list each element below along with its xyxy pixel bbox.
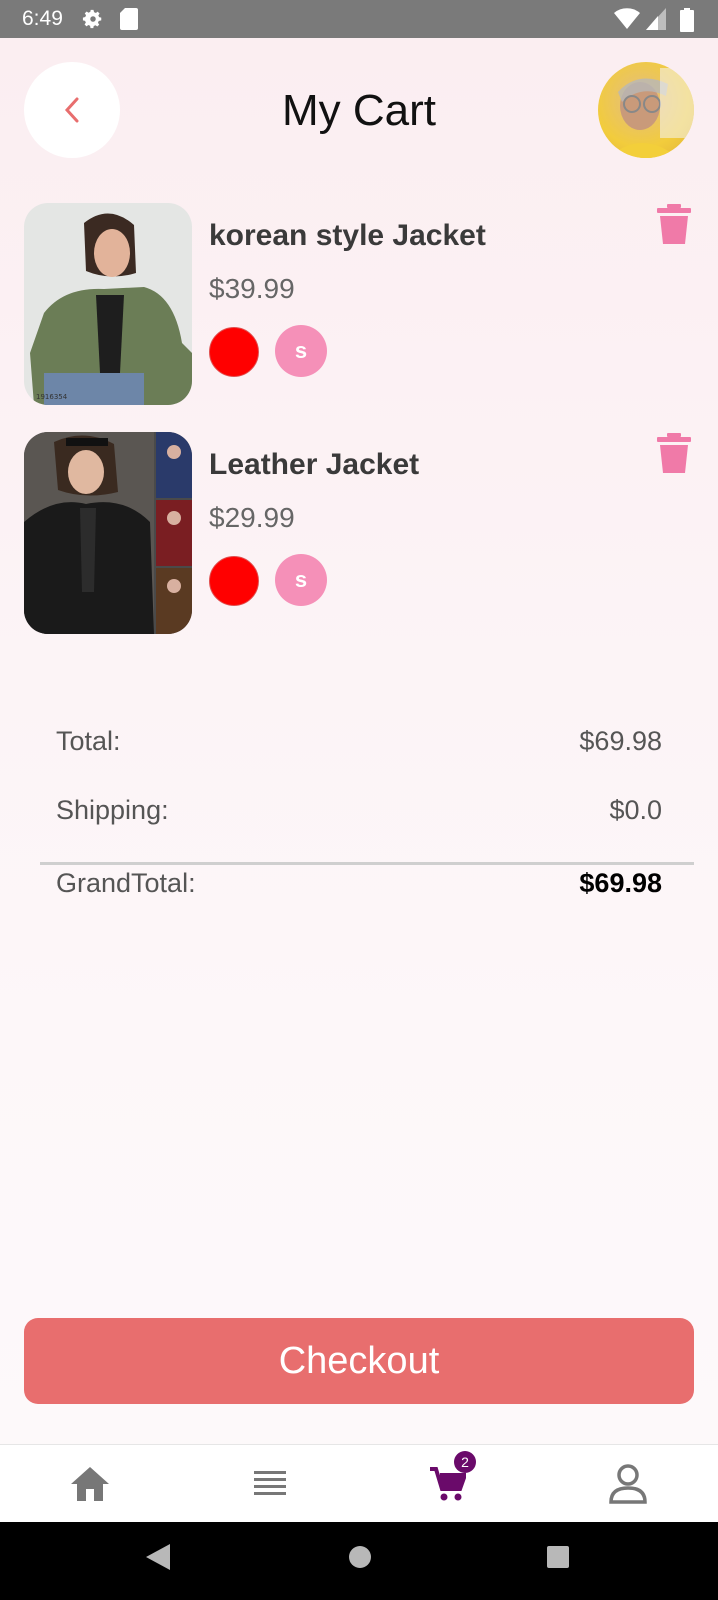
settings-icon	[82, 8, 104, 35]
grand-total-row: GrandTotal: $69.98	[56, 868, 662, 899]
back-icon	[146, 1544, 170, 1570]
delete-button[interactable]	[654, 203, 694, 247]
battery-icon	[680, 8, 694, 37]
cart-item: 1916354 korean style Jacket $39.99 s	[24, 203, 694, 405]
trash-icon	[657, 432, 691, 473]
product-price: $29.99	[209, 502, 295, 533]
wifi-icon	[614, 8, 640, 35]
grand-total-label: GrandTotal:	[56, 868, 196, 898]
nav-categories[interactable]	[220, 1445, 320, 1523]
product-image[interactable]	[24, 432, 192, 634]
color-swatch[interactable]	[209, 327, 259, 377]
system-nav-bar	[0, 1522, 718, 1600]
shipping-label: Shipping:	[56, 795, 169, 825]
total-row: Total: $69.98	[56, 726, 662, 757]
trash-icon	[657, 203, 691, 244]
shipping-row: Shipping: $0.0	[56, 795, 662, 826]
cart-item: Leather Jacket $29.99 s	[24, 432, 694, 634]
avatar[interactable]	[598, 62, 694, 158]
list-icon	[254, 1471, 286, 1495]
nav-home[interactable]	[40, 1445, 140, 1523]
profile-icon	[609, 1464, 647, 1504]
user-photo-icon	[608, 68, 694, 158]
cart-screen: My Cart 1916354 korean style Jacket $39.	[0, 38, 718, 1444]
grand-total-value: $69.98	[579, 868, 662, 898]
color-swatch[interactable]	[209, 556, 259, 606]
size-chip[interactable]: s	[275, 325, 327, 377]
recents-icon	[547, 1546, 569, 1568]
product-price: $39.99	[209, 273, 295, 304]
checkout-button[interactable]: Checkout	[24, 1318, 694, 1404]
shipping-value: $0.0	[609, 795, 662, 825]
system-home-button[interactable]	[348, 1544, 372, 1575]
status-time: 6:49	[22, 7, 63, 30]
system-recents-button[interactable]	[546, 1544, 570, 1575]
home-icon	[349, 1546, 371, 1568]
product-image[interactable]: 1916354	[24, 203, 192, 405]
product-name: Leather Jacket	[209, 448, 420, 481]
nav-cart[interactable]: 2	[398, 1445, 498, 1523]
cart-badge: 2	[454, 1451, 476, 1473]
bottom-nav: 2	[0, 1444, 718, 1523]
sd-card-icon	[120, 8, 138, 35]
signal-icon	[646, 8, 666, 35]
total-label: Total:	[56, 726, 121, 756]
status-bar: 6:49	[0, 0, 718, 38]
product-name: korean style Jacket	[209, 219, 486, 252]
system-back-button[interactable]	[146, 1544, 170, 1575]
home-icon	[71, 1467, 109, 1501]
summary-divider	[40, 862, 694, 865]
delete-button[interactable]	[654, 432, 694, 476]
nav-profile[interactable]	[578, 1445, 678, 1523]
size-chip[interactable]: s	[275, 554, 327, 606]
svg-text:1916354: 1916354	[36, 393, 68, 401]
total-value: $69.98	[579, 726, 662, 756]
